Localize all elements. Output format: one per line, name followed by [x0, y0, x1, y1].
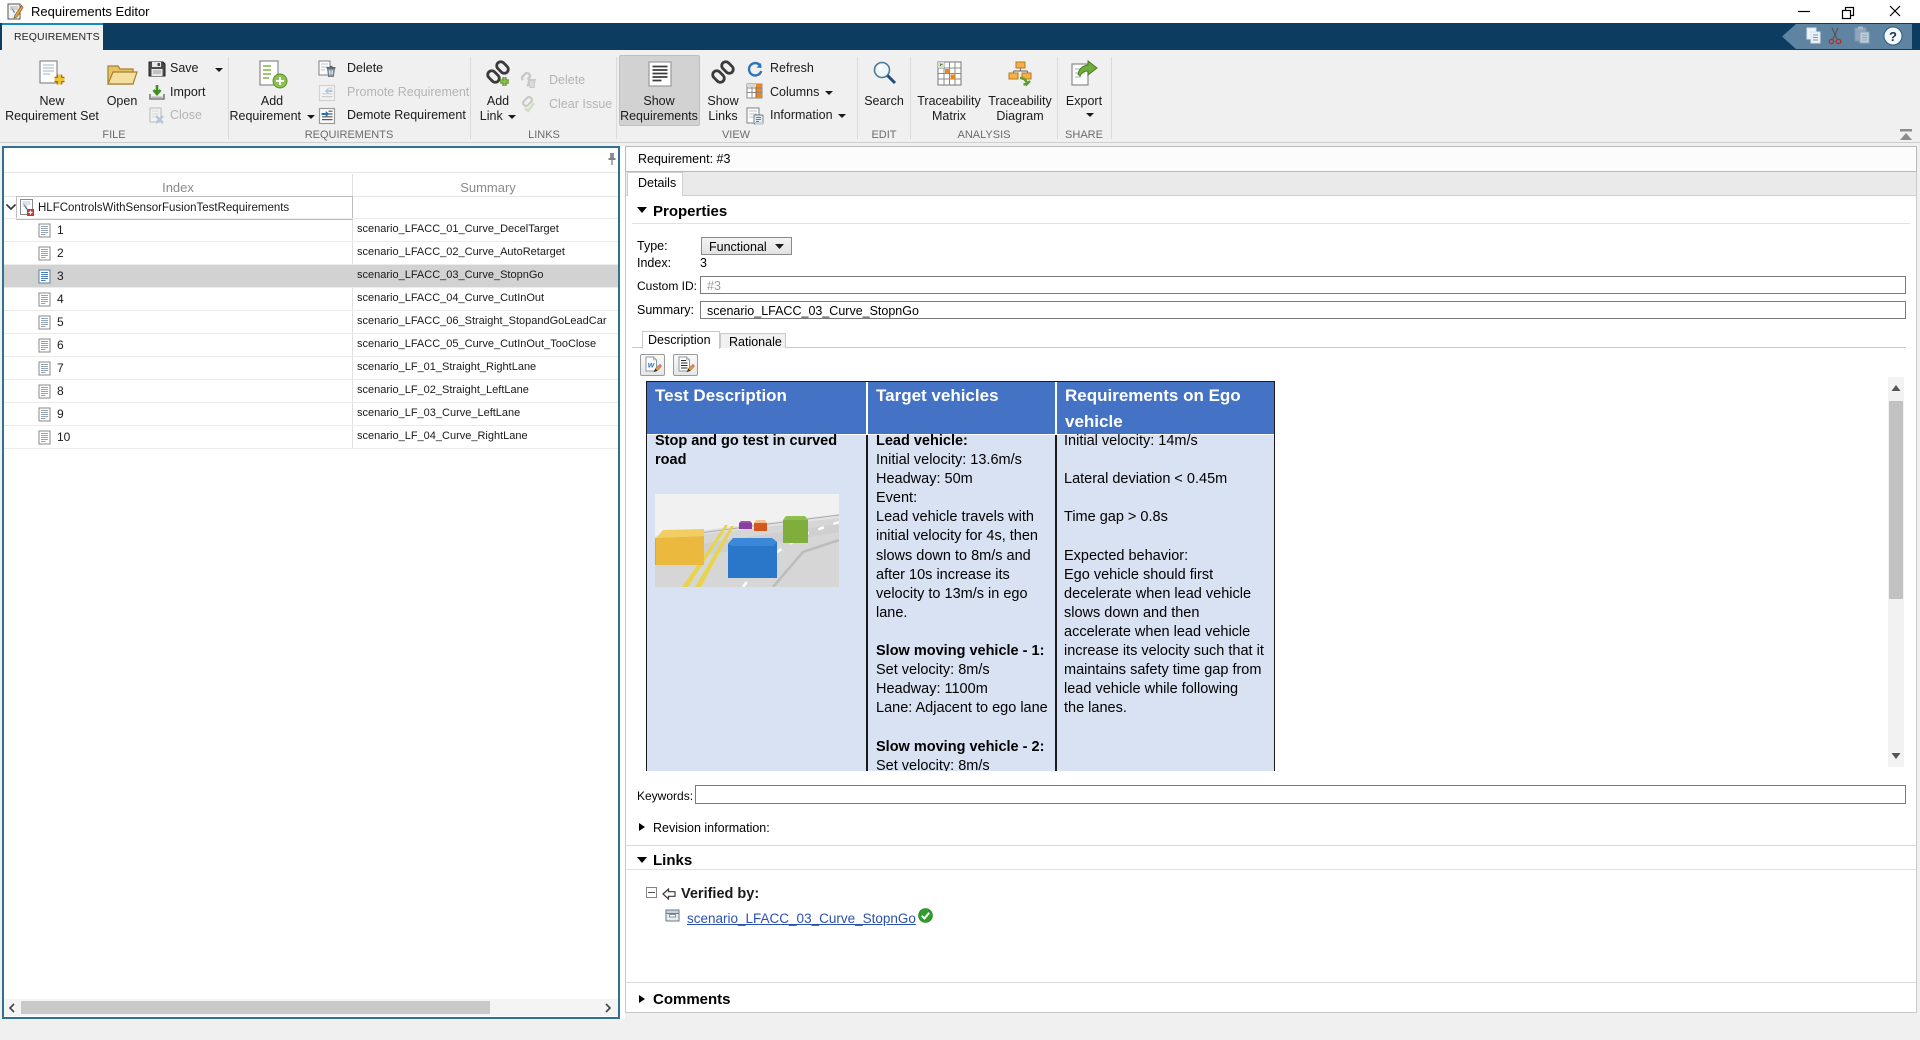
svg-text:?: ? — [1889, 29, 1897, 44]
